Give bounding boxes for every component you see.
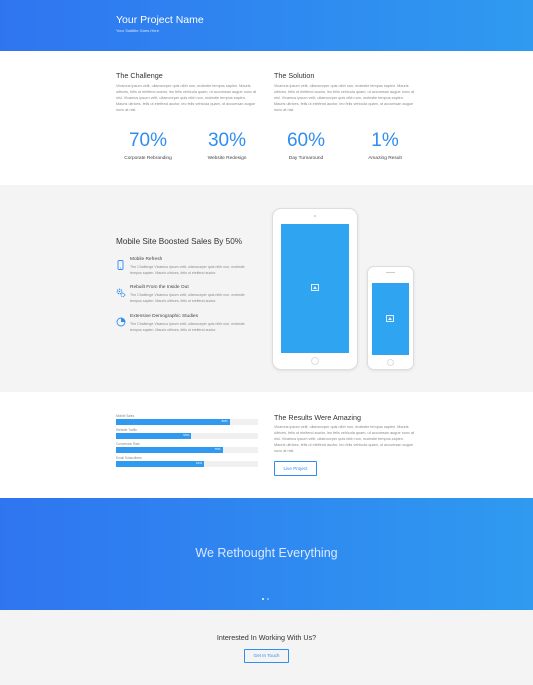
tablet-screen <box>281 224 349 353</box>
phone-home-button <box>387 359 394 366</box>
bar-percent: 75% <box>214 447 221 451</box>
banner-section: We Rethought Everything <box>0 498 533 610</box>
project-subtitle: Your Subtitle Goes Here <box>116 28 159 33</box>
feature-text: The Challenge Vivamus ipsum velit, ullam… <box>130 293 245 303</box>
gears-icon <box>116 285 126 298</box>
bar-track: 53% <box>116 433 258 439</box>
image-placeholder-icon <box>311 284 319 291</box>
solution-text: Vivamus ipsum velit, ullamcorper quis ni… <box>274 84 415 113</box>
feature-text: The Challenge Vivamus ipsum velit, ullam… <box>130 322 245 332</box>
image-placeholder-icon <box>386 315 394 322</box>
progress-bar-website-traffic: Website Traffic 53% <box>116 428 258 439</box>
bar-track: 75% <box>116 447 258 453</box>
challenge-heading: The Challenge <box>116 71 163 80</box>
project-title: Your Project Name <box>116 14 204 26</box>
hero-header: Your Project Name Your Subtitle Goes Her… <box>0 0 533 51</box>
get-in-touch-button[interactable]: Get In Touch <box>244 649 289 663</box>
mobile-icon <box>116 257 125 270</box>
stat-label: Corporate Rebranding <box>124 156 172 161</box>
pie-chart-icon <box>116 314 126 327</box>
bar-percent: 62% <box>196 461 203 465</box>
progress-bar-conversion-rate: Conversion Rate 75% <box>116 442 258 453</box>
cta-heading: Interested In Working With Us? <box>216 633 317 642</box>
live-project-button[interactable]: Live Project <box>274 461 317 476</box>
bar-fill <box>116 461 205 467</box>
stat-value: 70% <box>128 130 168 151</box>
stat-value: 60% <box>286 130 326 151</box>
solution-heading: The Solution <box>274 71 315 80</box>
progress-bar-mobile-sales: Mobile Sales 80% <box>116 414 258 425</box>
bar-fill <box>116 447 223 453</box>
phone-mockup <box>367 266 414 370</box>
tablet-home-button <box>311 357 319 365</box>
tablet-camera <box>314 215 316 217</box>
banner-title: We Rethought Everything <box>195 546 338 560</box>
challenge-text: Vivamus ipsum velit, ullamcorper quis ni… <box>116 84 257 113</box>
stat-day-turnaround: 60% Day Turnaround <box>266 130 346 161</box>
stat-amazing-result: 1% Amazing Result <box>345 130 425 161</box>
feature-title: Rebuilt From the Inside Out <box>130 285 189 290</box>
challenge-solution-section: The Challenge Vivamus ipsum velit, ullam… <box>0 51 533 185</box>
stat-label: Day Turnaround <box>288 156 324 161</box>
results-text: Vivamus ipsum velit, ullamcorper quis ni… <box>274 425 415 454</box>
phone-screen <box>372 283 409 355</box>
stat-label: Amazing Result <box>368 156 402 161</box>
results-heading: The Results Were Amazing <box>274 413 361 422</box>
stat-label: Website Redesign <box>207 156 247 161</box>
progress-bar-email-subscribers: Email Subscribers 62% <box>116 456 258 467</box>
phone-speaker <box>386 272 395 273</box>
mobile-heading: Mobile Site Boosted Sales By 50% <box>116 237 243 246</box>
cta-section: Interested In Working With Us? Get In To… <box>0 610 533 685</box>
feature-title: Mobile Refresh <box>130 257 163 262</box>
stat-website-redesign: 30% Website Redesign <box>187 130 267 161</box>
slider-dot-2[interactable] <box>267 598 269 600</box>
bar-percent: 80% <box>221 419 228 423</box>
stat-corporate-rebranding: 70% Corporate Rebranding <box>108 130 188 161</box>
bar-fill <box>116 433 192 439</box>
tablet-mockup <box>272 208 358 370</box>
bar-track: 62% <box>116 461 258 467</box>
results-section: Mobile Sales 80% Website Traffic 53% Con… <box>0 392 533 498</box>
feature-title: Extensive Demographic Studies <box>130 314 198 319</box>
bar-fill <box>116 419 230 425</box>
stat-value: 1% <box>371 130 399 151</box>
stat-value: 30% <box>207 130 247 151</box>
bar-percent: 53% <box>183 433 190 437</box>
slider-dot-1[interactable] <box>262 598 264 600</box>
bar-track: 80% <box>116 419 258 425</box>
feature-text: The Challenge Vivamus ipsum velit, ullam… <box>130 265 245 275</box>
mobile-section: Mobile Site Boosted Sales By 50% Mobile … <box>0 185 533 392</box>
